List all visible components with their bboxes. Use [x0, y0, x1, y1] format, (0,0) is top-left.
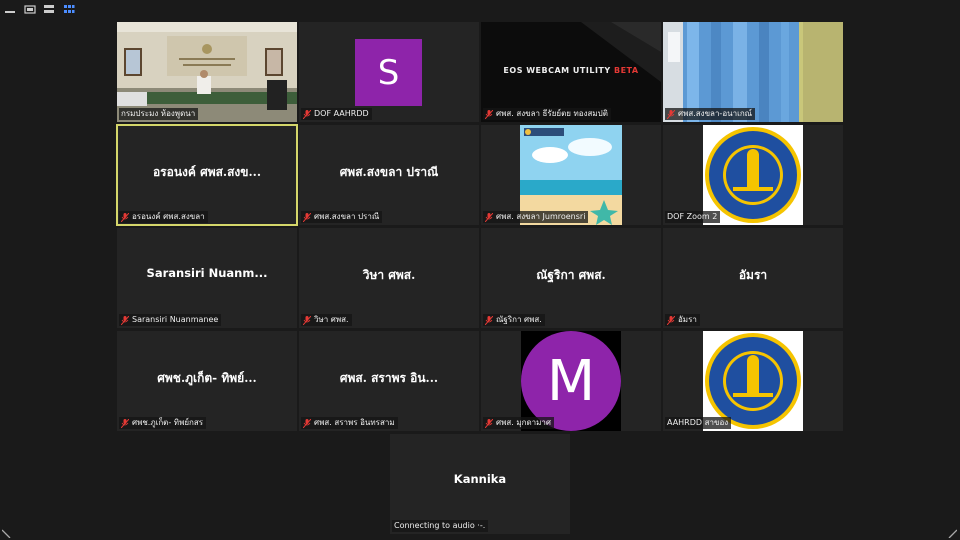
participant-display-name: ศพส.สงขลา ปราณี: [339, 165, 439, 179]
participant-name-label: DOF Zoom 2: [665, 211, 721, 223]
connecting-audio-label: Connecting to audio ·-.: [392, 520, 489, 532]
resize-corner-icon[interactable]: [947, 528, 957, 538]
window-top-bar: [0, 0, 960, 20]
participant-name-label: กรมประมง ห้องพูดนา: [119, 108, 199, 120]
muted-mic-icon: [485, 109, 493, 119]
muted-mic-icon: [121, 212, 129, 222]
video-tile-participant[interactable]: อัมรา อัมรา: [663, 228, 843, 328]
video-tile-aahrdd[interactable]: AAHRDD สาของ: [663, 331, 843, 431]
participant-name-label: Saransiri Nuanmanee: [119, 314, 222, 326]
profile-avatar: M: [521, 331, 621, 431]
muted-mic-icon: [121, 315, 129, 325]
participant-display-name: อรอนงค์ ศพส.สงข...: [152, 165, 262, 179]
participant-display-name: Kannika: [453, 472, 507, 486]
video-tile-participant[interactable]: ศพส. สราพร อิน... ศพส. สราพร อินทรสาม: [299, 331, 479, 431]
muted-mic-icon: [485, 315, 493, 325]
participant-display-name: Saransiri Nuanm...: [146, 266, 268, 280]
curtain-video-feed: [663, 22, 843, 122]
participant-name-label: ศพส. สงขลา ธีรัยย์ตย ทองสมปติ: [483, 108, 611, 120]
video-tile-dof-zoom2[interactable]: DOF Zoom 2: [663, 125, 843, 225]
muted-mic-icon: [121, 418, 129, 428]
participant-name-label: อัมรา: [665, 314, 700, 326]
participant-display-name: ณัฐริกา ศพส.: [536, 268, 606, 282]
speaker-view-icon[interactable]: [24, 4, 36, 14]
participant-name-label: อรอนงค์ ศพส.สงขลา: [119, 211, 208, 223]
participant-display-name: อัมรา: [738, 268, 768, 282]
video-tile-participant[interactable]: ศพส.สงขลา ปราณี ศพส.สงขลา ปราณี: [299, 125, 479, 225]
video-tile-participant[interactable]: ณัฐริกา ศพส. ณัฐริกา ศพส.: [481, 228, 661, 328]
profile-avatar-frame: M: [521, 331, 621, 431]
video-tile-room[interactable]: กรมประมง ห้องพูดนา: [117, 22, 297, 122]
participant-name-label: ศพส. สงขลา Jumroensri: [483, 211, 589, 223]
participant-name-label: ศพช.ภูเก็ต- ทิพย์กสร: [119, 417, 207, 429]
participant-name-label: ศพส.สงขลา ปราณี: [301, 211, 383, 223]
participant-name-label: ณัฐริกา ศพส.: [483, 314, 545, 326]
video-tile-beach-image[interactable]: ศพส. สงขลา Jumroensri: [481, 125, 661, 225]
muted-mic-icon: [303, 418, 311, 428]
video-tile-avatar-m[interactable]: M ศพส. มุกดามาศ: [481, 331, 661, 431]
muted-mic-icon: [485, 418, 493, 428]
video-tile-eos-webcam[interactable]: EOS WEBCAM UTILITY BETA ศพส. สงขลา ธีรัย…: [481, 22, 661, 122]
participant-name-label: DOF AAHRDD: [301, 108, 372, 120]
muted-mic-icon: [303, 212, 311, 222]
muted-mic-icon: [667, 109, 675, 119]
loading-dots-icon: ·-.: [477, 521, 486, 530]
video-tile-participant[interactable]: วิษา ศพส. วิษา ศพส.: [299, 228, 479, 328]
muted-mic-icon: [303, 315, 311, 325]
eos-webcam-banner: EOS WEBCAM UTILITY BETA: [503, 66, 639, 75]
video-tile-participant[interactable]: Saransiri Nuanm... Saransiri Nuanmanee: [117, 228, 297, 328]
video-tile-participant[interactable]: ศพช.ภูเก็ต- ทิพย์... ศพช.ภูเก็ต- ทิพย์กส…: [117, 331, 297, 431]
resize-corner-icon[interactable]: [2, 528, 12, 538]
muted-mic-icon: [485, 212, 493, 222]
participant-name-label: ศพส. สราพร อินทรสาม: [301, 417, 398, 429]
participant-display-name: วิษา ศพส.: [362, 268, 416, 282]
participant-display-name: ศพช.ภูเก็ต- ทิพย์...: [157, 371, 257, 385]
department-seal-image: [703, 331, 803, 431]
profile-avatar: S: [355, 39, 422, 106]
gallery-view-icon[interactable]: [63, 4, 75, 14]
participant-name-label: ศพส.สงขลา-อนาเกณ์: [665, 108, 756, 120]
participant-name-label: AAHRDD สาของ: [665, 417, 732, 429]
video-tile-dof-aahrdd[interactable]: S DOF AAHRDD: [299, 22, 479, 122]
muted-mic-icon: [303, 109, 311, 119]
beach-profile-image: [520, 125, 622, 225]
muted-mic-icon: [667, 315, 675, 325]
participant-name-label: วิษา ศพส.: [301, 314, 352, 326]
video-tile-active-speaker[interactable]: อรอนงค์ ศพส.สงข... อรอนงค์ ศพส.สงขลา: [116, 124, 298, 226]
participant-name-label: ศพส. มุกดามาศ: [483, 417, 554, 429]
video-tile-participant[interactable]: Kannika Connecting to audio ·-.: [390, 434, 570, 534]
video-tile-curtain[interactable]: ศพส.สงขลา-อนาเกณ์: [663, 22, 843, 122]
gallery-strip-icon[interactable]: [43, 4, 55, 14]
room-video-feed: [117, 22, 297, 122]
minimize-icon[interactable]: [4, 4, 16, 14]
department-seal-image: [703, 125, 803, 225]
participant-display-name: ศพส. สราพร อิน...: [339, 371, 439, 385]
